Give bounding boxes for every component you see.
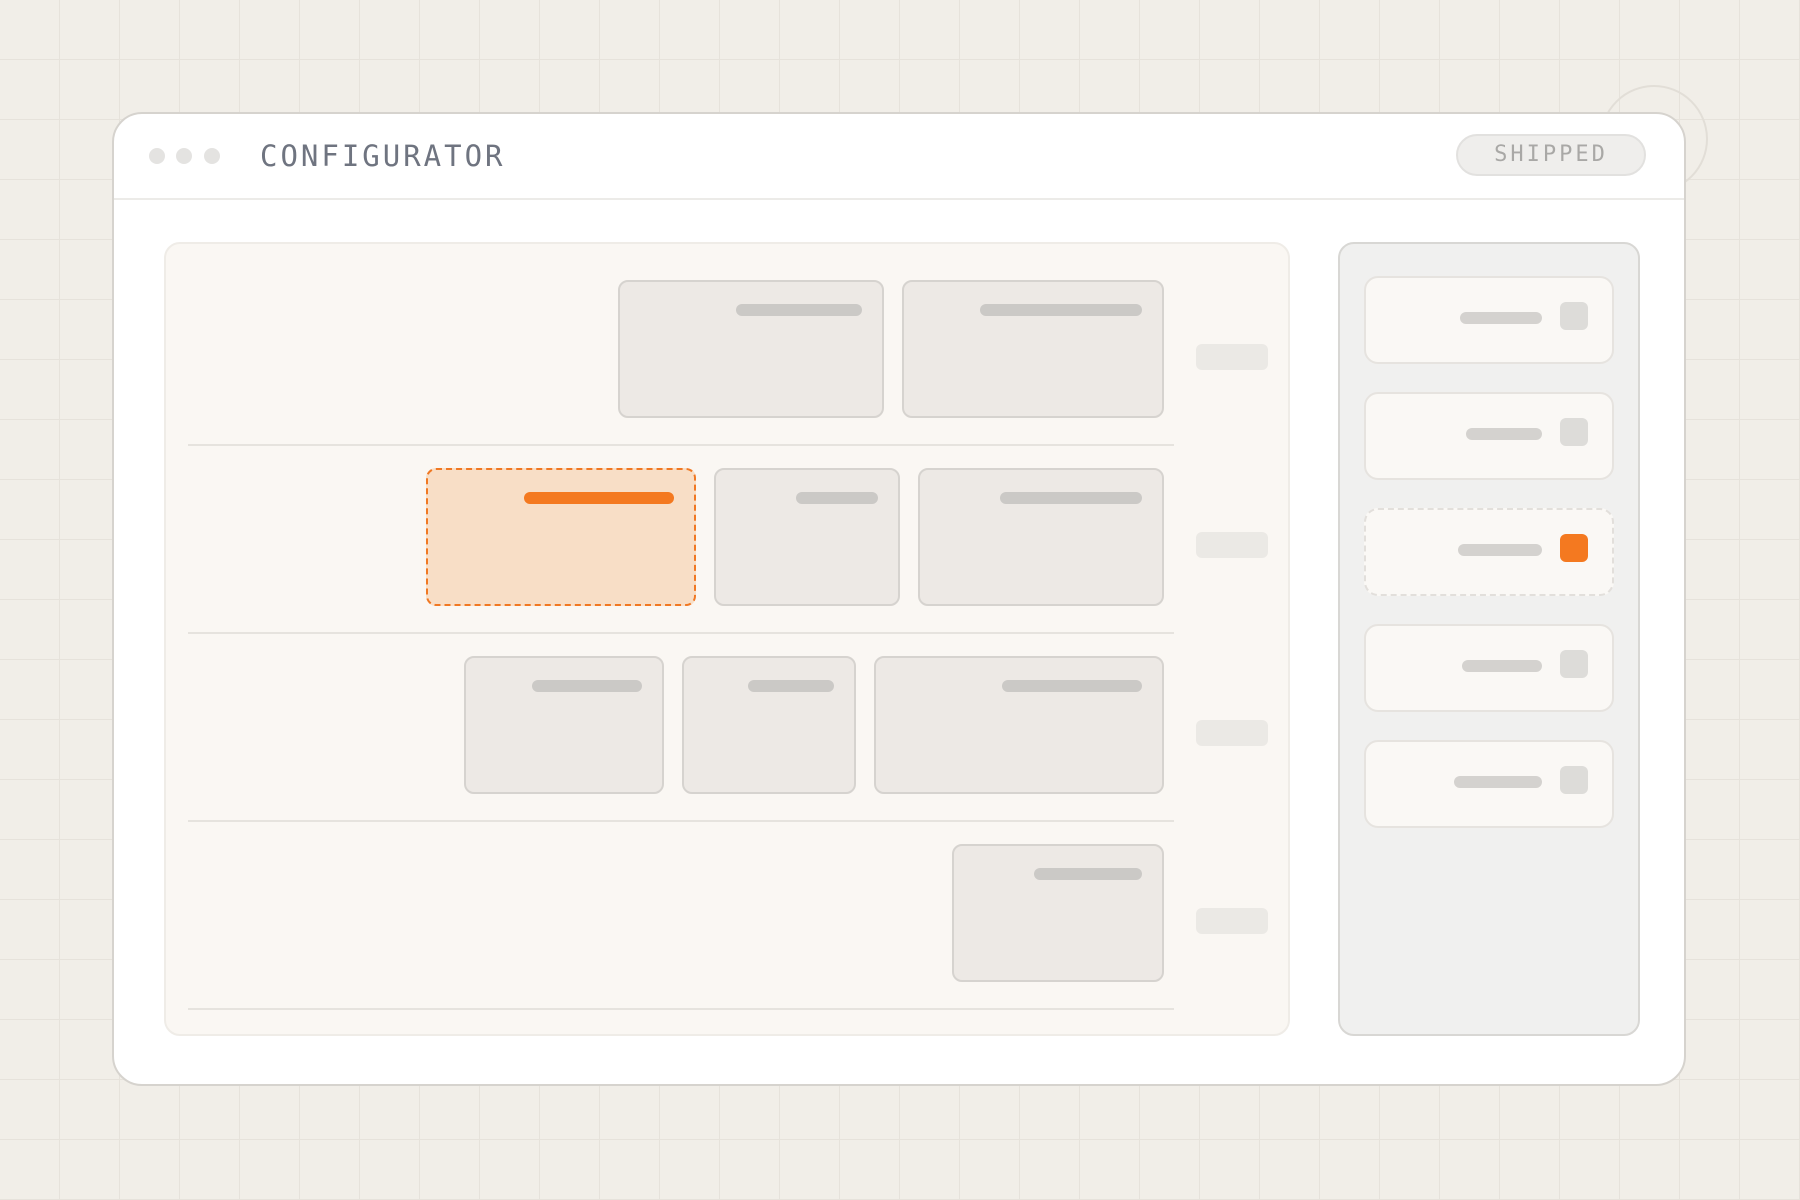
option-item[interactable]	[1364, 624, 1614, 712]
option-label-placeholder	[1462, 660, 1542, 672]
option-checkbox[interactable]	[1560, 650, 1588, 678]
card-label-placeholder	[1002, 680, 1142, 692]
board-card[interactable]	[918, 468, 1164, 606]
card-label-placeholder	[1034, 868, 1142, 880]
card-label-placeholder	[532, 680, 642, 692]
lane-divider	[188, 632, 1174, 634]
title-bar: CONFIGURATOR SHIPPED	[114, 114, 1684, 200]
lane-divider	[188, 1008, 1174, 1010]
options-sidebar	[1338, 242, 1640, 1036]
lane-divider	[188, 444, 1174, 446]
board-card[interactable]	[902, 280, 1164, 418]
configurator-board	[164, 242, 1290, 1036]
lane-tag	[1196, 532, 1268, 558]
option-label-placeholder	[1466, 428, 1542, 440]
option-label-placeholder	[1460, 312, 1542, 324]
option-checkbox-checked[interactable]	[1560, 534, 1588, 562]
option-label-placeholder	[1458, 544, 1542, 556]
board-card[interactable]	[618, 280, 884, 418]
option-item-active[interactable]	[1364, 508, 1614, 596]
card-label-placeholder	[524, 492, 674, 504]
window-dot-3	[204, 148, 220, 164]
board-card[interactable]	[874, 656, 1164, 794]
status-badge: SHIPPED	[1456, 134, 1646, 176]
window-dot-2	[176, 148, 192, 164]
option-item[interactable]	[1364, 392, 1614, 480]
board-card[interactable]	[714, 468, 900, 606]
card-label-placeholder	[1000, 492, 1142, 504]
board-card[interactable]	[952, 844, 1164, 982]
app-title: CONFIGURATOR	[260, 139, 506, 173]
card-label-placeholder	[748, 680, 834, 692]
option-item[interactable]	[1364, 276, 1614, 364]
lane-tag	[1196, 344, 1268, 370]
lane-tag	[1196, 720, 1268, 746]
option-label-placeholder	[1454, 776, 1542, 788]
option-checkbox[interactable]	[1560, 302, 1588, 330]
board-card[interactable]	[682, 656, 856, 794]
card-label-placeholder	[980, 304, 1142, 316]
board-card[interactable]	[464, 656, 664, 794]
card-label-placeholder	[736, 304, 862, 316]
option-checkbox[interactable]	[1560, 766, 1588, 794]
option-item[interactable]	[1364, 740, 1614, 828]
board-card-selected[interactable]	[426, 468, 696, 606]
lane-divider	[188, 820, 1174, 822]
lane-tag	[1196, 908, 1268, 934]
window-dot-1	[149, 148, 165, 164]
app-window: CONFIGURATOR SHIPPED	[112, 112, 1686, 1086]
option-checkbox[interactable]	[1560, 418, 1588, 446]
card-label-placeholder	[796, 492, 878, 504]
